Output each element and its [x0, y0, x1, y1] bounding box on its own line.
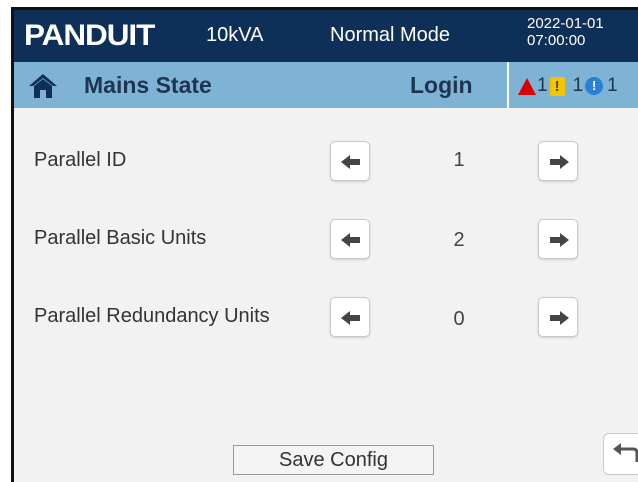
status-header: PANDUIT 10kVA Normal Mode 2022-01-01 07:…: [14, 10, 638, 62]
alarm-summary[interactable]: 1 ! 1 ! 1: [518, 74, 620, 98]
info-alarm-count: 1: [607, 75, 618, 96]
save-config-button[interactable]: Save Config: [233, 445, 434, 475]
arrow-right-icon: [550, 311, 569, 325]
date: 2022-01-01: [527, 15, 604, 32]
parallel-basic-units-value: 2: [453, 229, 465, 251]
parallel-redundancy-units-value: 0: [453, 308, 465, 330]
parallel-id-increase-button[interactable]: [538, 141, 578, 181]
warning-alarm-count: 1: [572, 75, 584, 96]
critical-alarm-icon: [518, 77, 536, 95]
parallel-basic-units-label: Parallel Basic Units: [34, 227, 207, 249]
parallel-basic-units-decrease-button[interactable]: [330, 219, 370, 259]
warning-alarm-icon: !: [549, 76, 565, 96]
parallel-redundancy-units-increase-button[interactable]: [538, 297, 578, 337]
arrow-right-icon: [550, 233, 569, 247]
parallel-redundancy-units-decrease-button[interactable]: [330, 297, 370, 337]
parallel-id-decrease-button[interactable]: [330, 141, 370, 181]
time: 07:00:00: [527, 32, 586, 49]
parallel-redundancy-units-label: Parallel Redundancy Units: [34, 305, 270, 327]
brand-logo: PANDUIT: [24, 19, 155, 52]
info-alarm-icon: !: [585, 77, 604, 95]
back-icon: [613, 443, 638, 462]
back-button[interactable]: [603, 433, 638, 475]
operating-mode: Normal Mode: [330, 24, 451, 46]
critical-alarm-count: 1: [537, 75, 548, 96]
title-bar: Mains State Login 1 ! 1 ! 1: [14, 62, 638, 108]
arrow-left-icon: [341, 233, 360, 247]
parallel-id-value: 1: [453, 149, 465, 171]
datetime: 2022-01-01 07:00:00: [527, 15, 604, 49]
parallel-id-label: Parallel ID: [34, 149, 127, 171]
parallel-basic-units-increase-button[interactable]: [538, 219, 578, 259]
divider: [507, 62, 509, 108]
login-button[interactable]: Login: [410, 72, 473, 99]
arrow-right-icon: [550, 155, 569, 169]
arrow-left-icon: [341, 311, 360, 325]
settings-panel: Parallel ID 1 Parallel Basic Units 2 Par…: [14, 108, 638, 482]
page-title: Mains State: [84, 72, 212, 98]
ups-screen: PANDUIT 10kVA Normal Mode 2022-01-01 07:…: [11, 7, 638, 482]
home-icon[interactable]: [28, 73, 58, 99]
power-rating: 10kVA: [206, 24, 264, 46]
arrow-left-icon: [341, 155, 360, 169]
